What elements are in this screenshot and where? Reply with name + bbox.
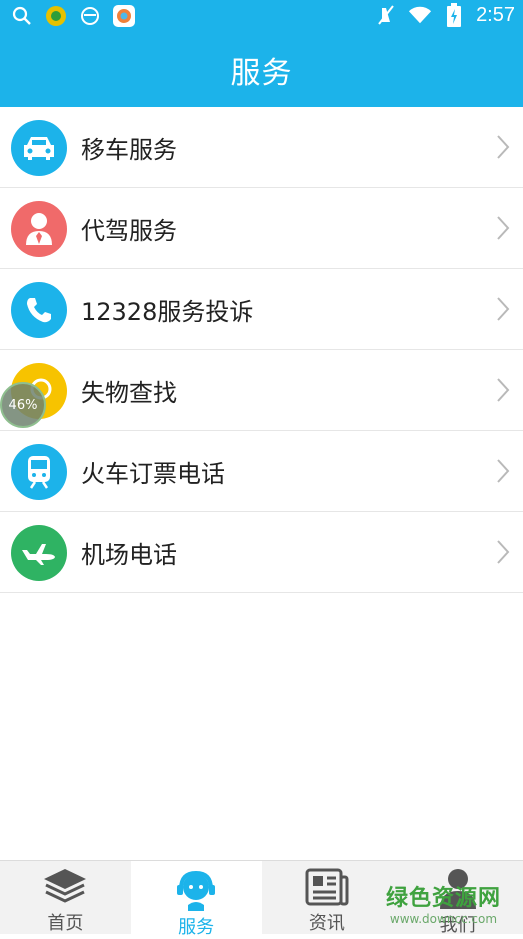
chevron-right-icon: [497, 540, 510, 564]
progress-text: 46%: [8, 397, 38, 413]
floating-progress-badge[interactable]: 46%: [0, 382, 46, 428]
watermark-url: www.downcc.com: [389, 912, 498, 926]
car-icon: [11, 120, 67, 176]
chevron-right-icon: [497, 378, 510, 402]
list-item-train-ticket[interactable]: 火车订票电话: [0, 431, 523, 512]
wifi-icon: [408, 3, 432, 27]
chevron-right-icon: [497, 297, 510, 321]
watermark-text: 绿色资源网: [385, 886, 501, 911]
train-icon: [11, 444, 67, 500]
header: 服务: [0, 33, 523, 107]
chevron-right-icon: [497, 216, 510, 240]
list-item-label: 代驾服务: [81, 216, 177, 245]
tab-label: 服务: [178, 917, 215, 938]
status-bar: 2:57: [0, 0, 523, 33]
search-icon: [10, 4, 34, 28]
person-tie-icon: [11, 201, 67, 257]
watermark: 绿色资源网 www.downcc.com: [386, 880, 501, 926]
app-notification-icon: [44, 4, 68, 28]
app-store-icon: [112, 4, 136, 28]
list-item-move-car[interactable]: 移车服务: [0, 107, 523, 188]
mask-app-icon: [78, 4, 102, 28]
mute-icon: [374, 3, 398, 27]
service-headset-icon: [171, 867, 221, 911]
tab-home[interactable]: 首页: [0, 861, 131, 934]
tab-service[interactable]: 服务: [130, 861, 262, 938]
list-item-airport[interactable]: 机场电话: [0, 512, 523, 593]
list-item-label: 失物查找: [81, 378, 177, 407]
chevron-right-icon: [497, 459, 510, 483]
list-item-complaint[interactable]: 12328服务投诉: [0, 269, 523, 350]
airplane-icon: [11, 525, 67, 581]
tab-label: 首页: [47, 913, 84, 934]
tab-news[interactable]: 资讯: [262, 861, 393, 934]
phone-icon: [11, 282, 67, 338]
list-item-lost-found[interactable]: 失物查找: [0, 350, 523, 431]
status-time: 2:57: [476, 3, 515, 26]
list-item-label: 火车订票电话: [81, 459, 225, 488]
layers-icon: [40, 867, 90, 907]
service-list: 移车服务 代驾服务 12328服务投诉 失物查找 火车订票电话 机场电话: [0, 107, 523, 593]
list-item-label: 移车服务: [81, 135, 177, 164]
page-title: 服务: [230, 56, 293, 91]
newspaper-icon: [302, 867, 352, 907]
list-item-label: 机场电话: [81, 540, 177, 569]
battery-charging-icon: [442, 3, 466, 27]
list-item-designated-driver[interactable]: 代驾服务: [0, 188, 523, 269]
chevron-right-icon: [497, 135, 510, 159]
list-item-label: 12328服务投诉: [81, 297, 254, 326]
tab-label: 资讯: [308, 913, 345, 934]
